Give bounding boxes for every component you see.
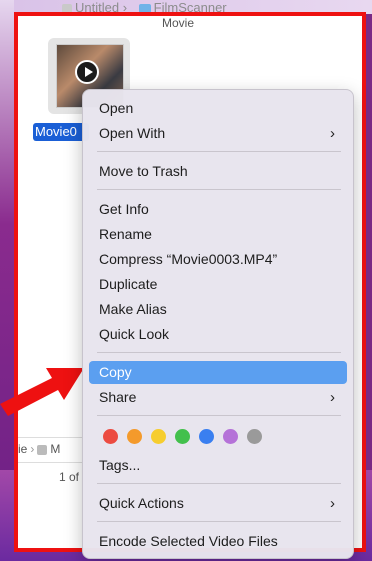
chevron-right-icon: › xyxy=(330,389,335,406)
play-icon xyxy=(75,60,99,84)
menu-item-label: Quick Actions xyxy=(99,495,184,511)
menu-item-label: Open With xyxy=(99,125,166,141)
title-subfolder: Movie xyxy=(162,16,195,30)
menu-item-label: Move to Trash xyxy=(99,163,188,179)
path-item[interactable]: M xyxy=(50,442,60,456)
menu-item-label: Duplicate xyxy=(99,276,158,292)
menu-item-duplicate[interactable]: Duplicate xyxy=(89,273,347,296)
tag-color-dot[interactable] xyxy=(103,429,118,444)
path-separator: › xyxy=(30,442,35,456)
menu-item-label: Copy xyxy=(99,364,132,380)
folder-icon xyxy=(138,4,151,14)
title-folder: FilmScanner xyxy=(153,0,227,14)
menu-item-compress[interactable]: Compress “Movie0003.MP4” xyxy=(89,248,347,271)
disk-icon xyxy=(37,444,48,455)
tag-color-dot[interactable] xyxy=(223,429,238,444)
title-separator: › xyxy=(122,0,128,14)
chevron-right-icon: › xyxy=(330,495,335,512)
menu-item-make-alias[interactable]: Make Alias xyxy=(89,298,347,321)
menu-item-label: Make Alias xyxy=(99,301,167,317)
menu-item-label: Tags... xyxy=(99,457,141,473)
tag-color-dot[interactable] xyxy=(247,429,262,444)
menu-item-open-with[interactable]: Open With › xyxy=(89,122,347,145)
menu-item-share[interactable]: Share › xyxy=(89,386,347,409)
menu-item-label: Rename xyxy=(99,226,152,242)
finder-titlebar: Untitled › FilmScanner xyxy=(62,0,312,14)
tag-color-dot[interactable] xyxy=(199,429,214,444)
tag-color-dot[interactable] xyxy=(127,429,142,444)
menu-item-label: Compress “Movie0003.MP4” xyxy=(99,251,278,267)
menu-item-label: Encode Selected Video Files xyxy=(99,533,278,549)
chevron-right-icon: › xyxy=(330,125,335,142)
menu-separator xyxy=(97,483,341,484)
menu-item-encode-video[interactable]: Encode Selected Video Files xyxy=(89,530,347,553)
disk-icon xyxy=(62,3,72,14)
file-name-label[interactable]: Movie0 xyxy=(33,123,89,141)
menu-item-move-to-trash[interactable]: Move to Trash xyxy=(89,160,347,183)
tag-color-dot[interactable] xyxy=(151,429,166,444)
menu-item-rename[interactable]: Rename xyxy=(89,223,347,246)
title-volume: Untitled xyxy=(75,0,120,14)
menu-item-copy[interactable]: Copy xyxy=(89,361,347,384)
menu-item-label: Get Info xyxy=(99,201,149,217)
menu-separator xyxy=(97,352,341,353)
menu-item-get-info[interactable]: Get Info xyxy=(89,198,347,221)
path-item[interactable]: rie xyxy=(14,442,27,456)
menu-item-label: Share xyxy=(99,389,137,405)
tag-color-dot[interactable] xyxy=(175,429,190,444)
menu-item-tags[interactable]: Tags... xyxy=(89,454,347,477)
context-menu: Open Open With › Move to Trash Get Info R… xyxy=(82,89,354,559)
menu-item-open[interactable]: Open xyxy=(89,97,347,120)
menu-item-quick-actions[interactable]: Quick Actions › xyxy=(89,492,347,515)
tag-color-row xyxy=(103,429,303,445)
menu-separator xyxy=(97,189,341,190)
menu-separator xyxy=(97,151,341,152)
menu-item-label: Quick Look xyxy=(99,326,170,342)
menu-separator xyxy=(97,415,341,416)
menu-item-label: Open xyxy=(99,100,134,116)
menu-item-quick-look[interactable]: Quick Look xyxy=(89,323,347,346)
menu-separator xyxy=(97,521,341,522)
